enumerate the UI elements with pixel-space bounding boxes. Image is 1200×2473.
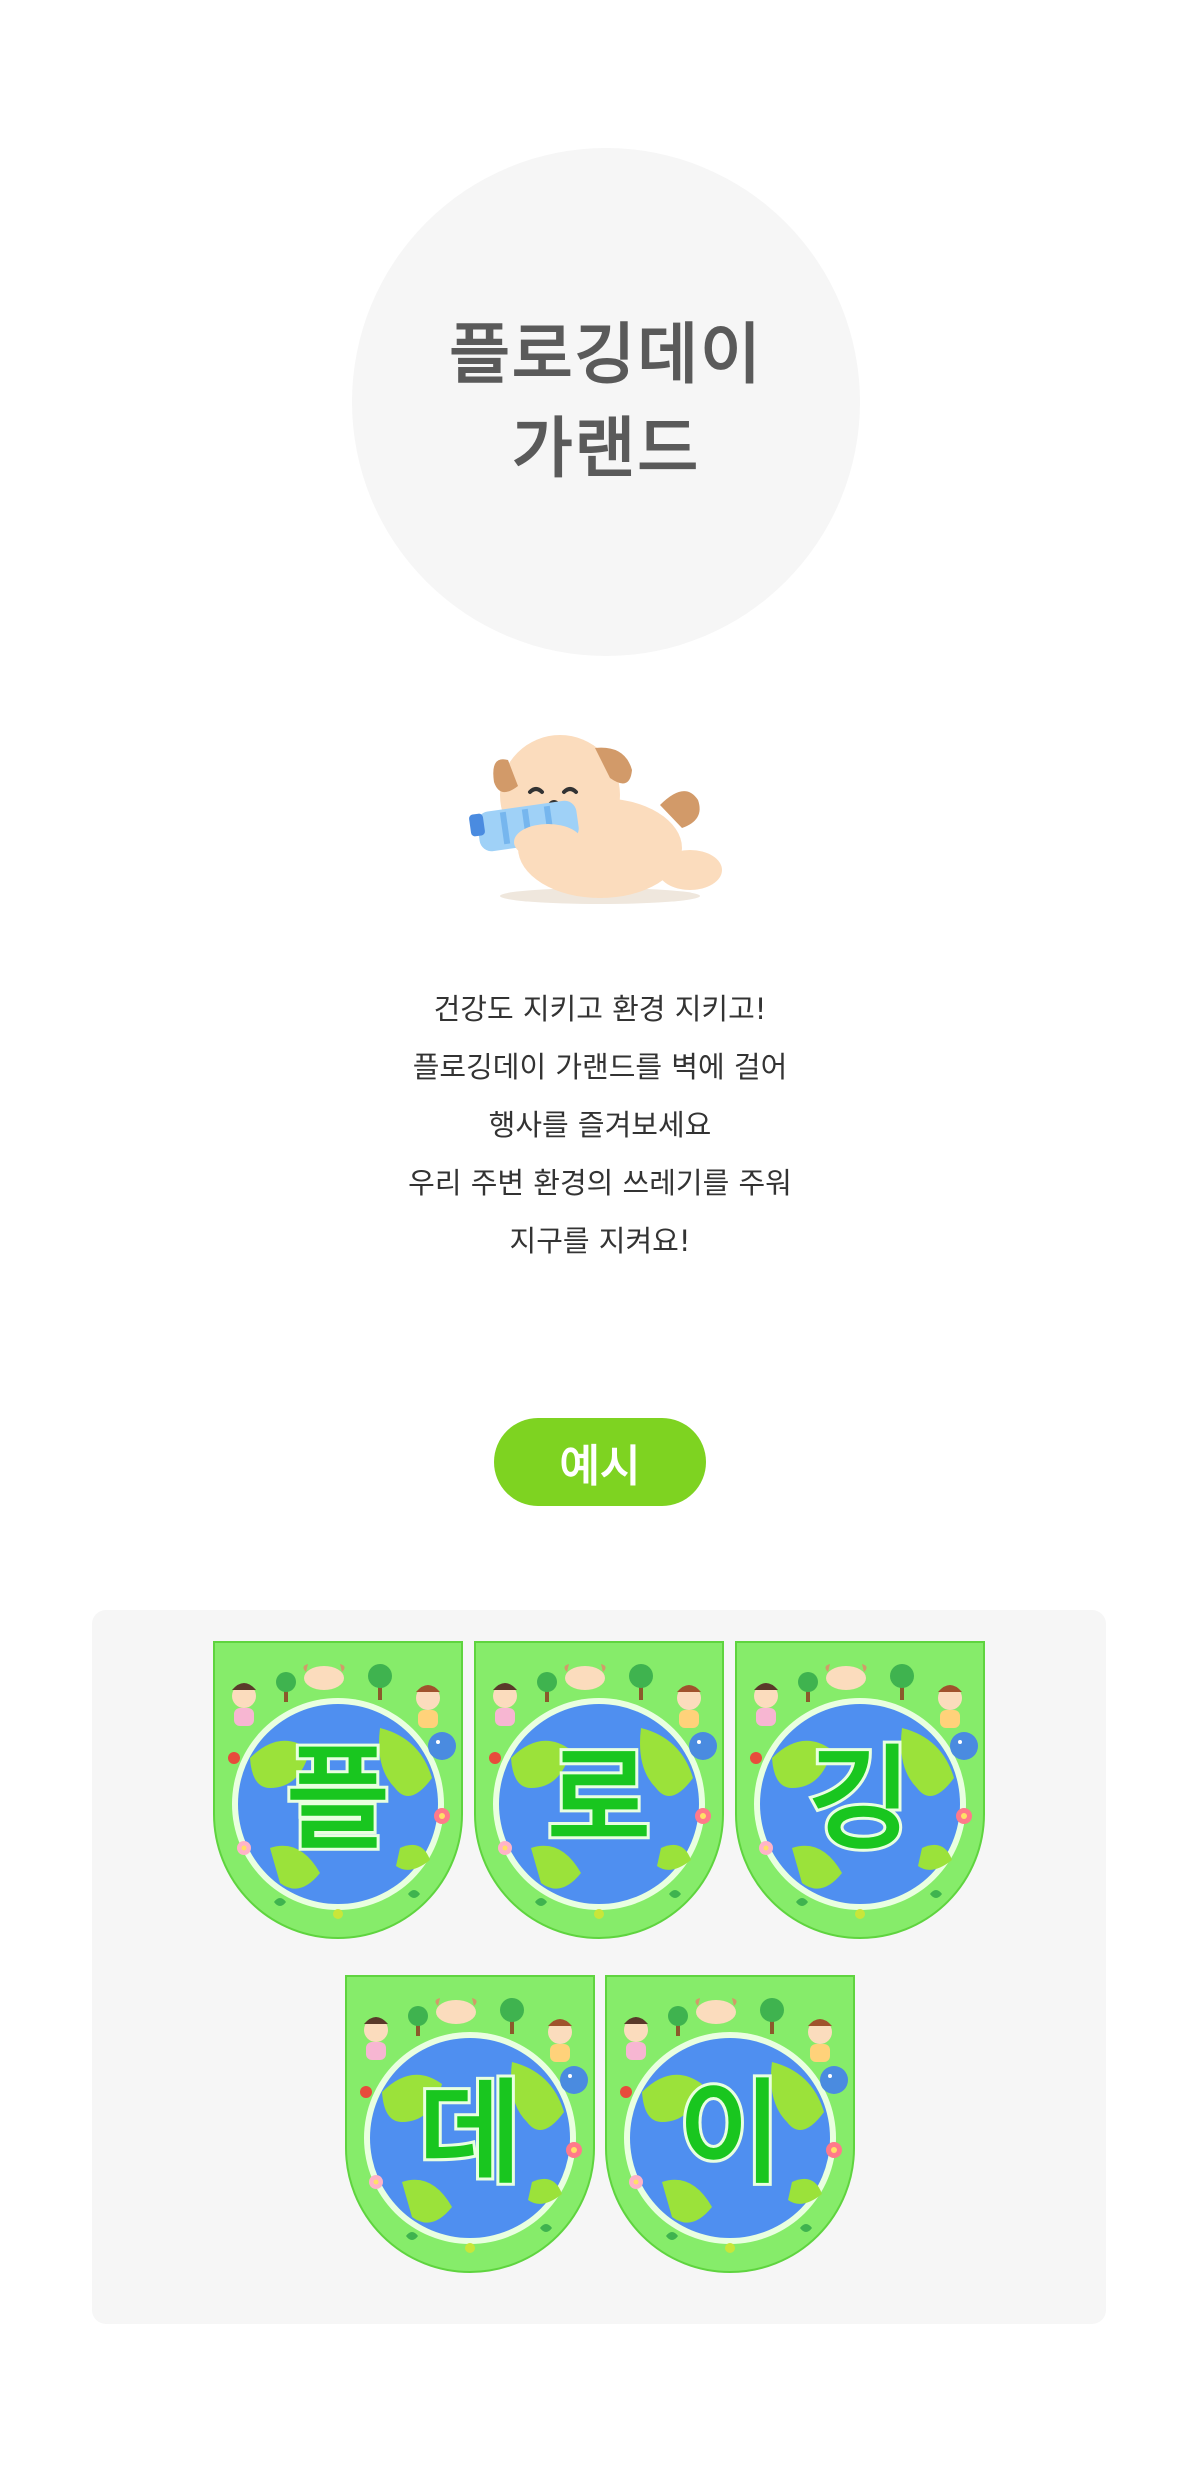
pennant-earth-art: 로 — [474, 1641, 724, 1939]
pennant-letter: 이 — [678, 2069, 781, 2199]
description-line: 건강도 지키고 환경 지키고! — [433, 992, 767, 1026]
page-title-line-1: 플로깅데이 — [449, 316, 763, 393]
example-badge: 예시 — [494, 1418, 706, 1506]
pennant-earth-art: 이 — [605, 1975, 855, 2273]
pennant-2: 로 — [471, 1638, 727, 1942]
pennant-letter: 깅 — [808, 1735, 911, 1865]
pennant-5: 이 — [602, 1972, 858, 2276]
pennant-earth-art: 데 — [345, 1975, 595, 2273]
pennant-letter: 로 — [547, 1735, 650, 1865]
description-line: 지구를 지켜요! — [509, 1224, 691, 1258]
pennant-4: 데 — [342, 1972, 598, 2276]
description-line: 플로깅데이 가랜드를 벽에 걸어 — [412, 1050, 788, 1084]
pennant-1: 플 — [210, 1638, 466, 1942]
example-label: 예시 — [559, 1441, 641, 1492]
pennant-letter: 플 — [286, 1735, 389, 1865]
pennant-earth-art: 깅 — [735, 1641, 985, 1939]
description-line: 우리 주변 환경의 쓰레기를 주워 — [408, 1166, 792, 1200]
pennant-letter: 데 — [418, 2069, 521, 2199]
title-circle: 플로깅데이 가랜드 — [352, 148, 860, 656]
description: 건강도 지키고 환경 지키고! 플로깅데이 가랜드를 벽에 걸어 행사를 즐겨보… — [0, 980, 1200, 1270]
pennant-earth-art: 플 — [213, 1641, 463, 1939]
page-title-line-2: 가랜드 — [511, 410, 701, 487]
description-line: 행사를 즐겨보세요 — [488, 1108, 712, 1142]
example-panel: 플 로 깅 데 이 — [92, 1610, 1106, 2324]
pennant-3: 깅 — [732, 1638, 988, 1942]
puppy-with-bottle-icon — [460, 720, 740, 910]
